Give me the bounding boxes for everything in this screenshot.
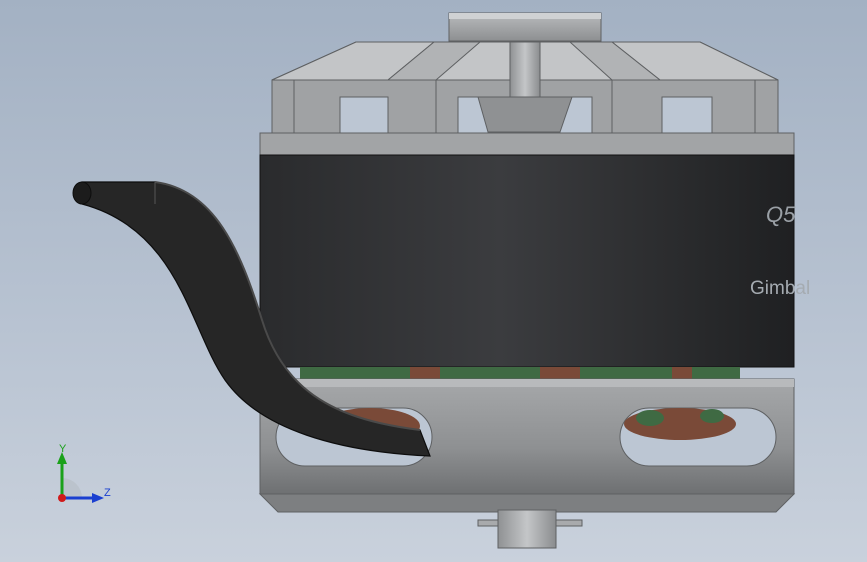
brand-label: Gimbal (750, 278, 810, 299)
3d-viewport[interactable]: Q5 Gimbal Y Z (0, 0, 867, 562)
rotor-rim[interactable] (259, 132, 795, 156)
rotor-can[interactable]: Q5 Gimbal (259, 154, 810, 368)
axis-z-label: Z (104, 487, 111, 499)
axis-y-label: Y (59, 443, 67, 455)
shaft-bottom[interactable] (477, 509, 583, 549)
motor-base[interactable] (258, 378, 796, 513)
orientation-triad[interactable]: Y Z (50, 440, 120, 510)
motor-model[interactable]: Q5 Gimbal (0, 0, 867, 562)
top-bell[interactable] (271, 41, 779, 136)
model-label: Q5 (766, 202, 796, 227)
stator-windings (300, 367, 740, 379)
shaft-top[interactable] (448, 12, 602, 42)
